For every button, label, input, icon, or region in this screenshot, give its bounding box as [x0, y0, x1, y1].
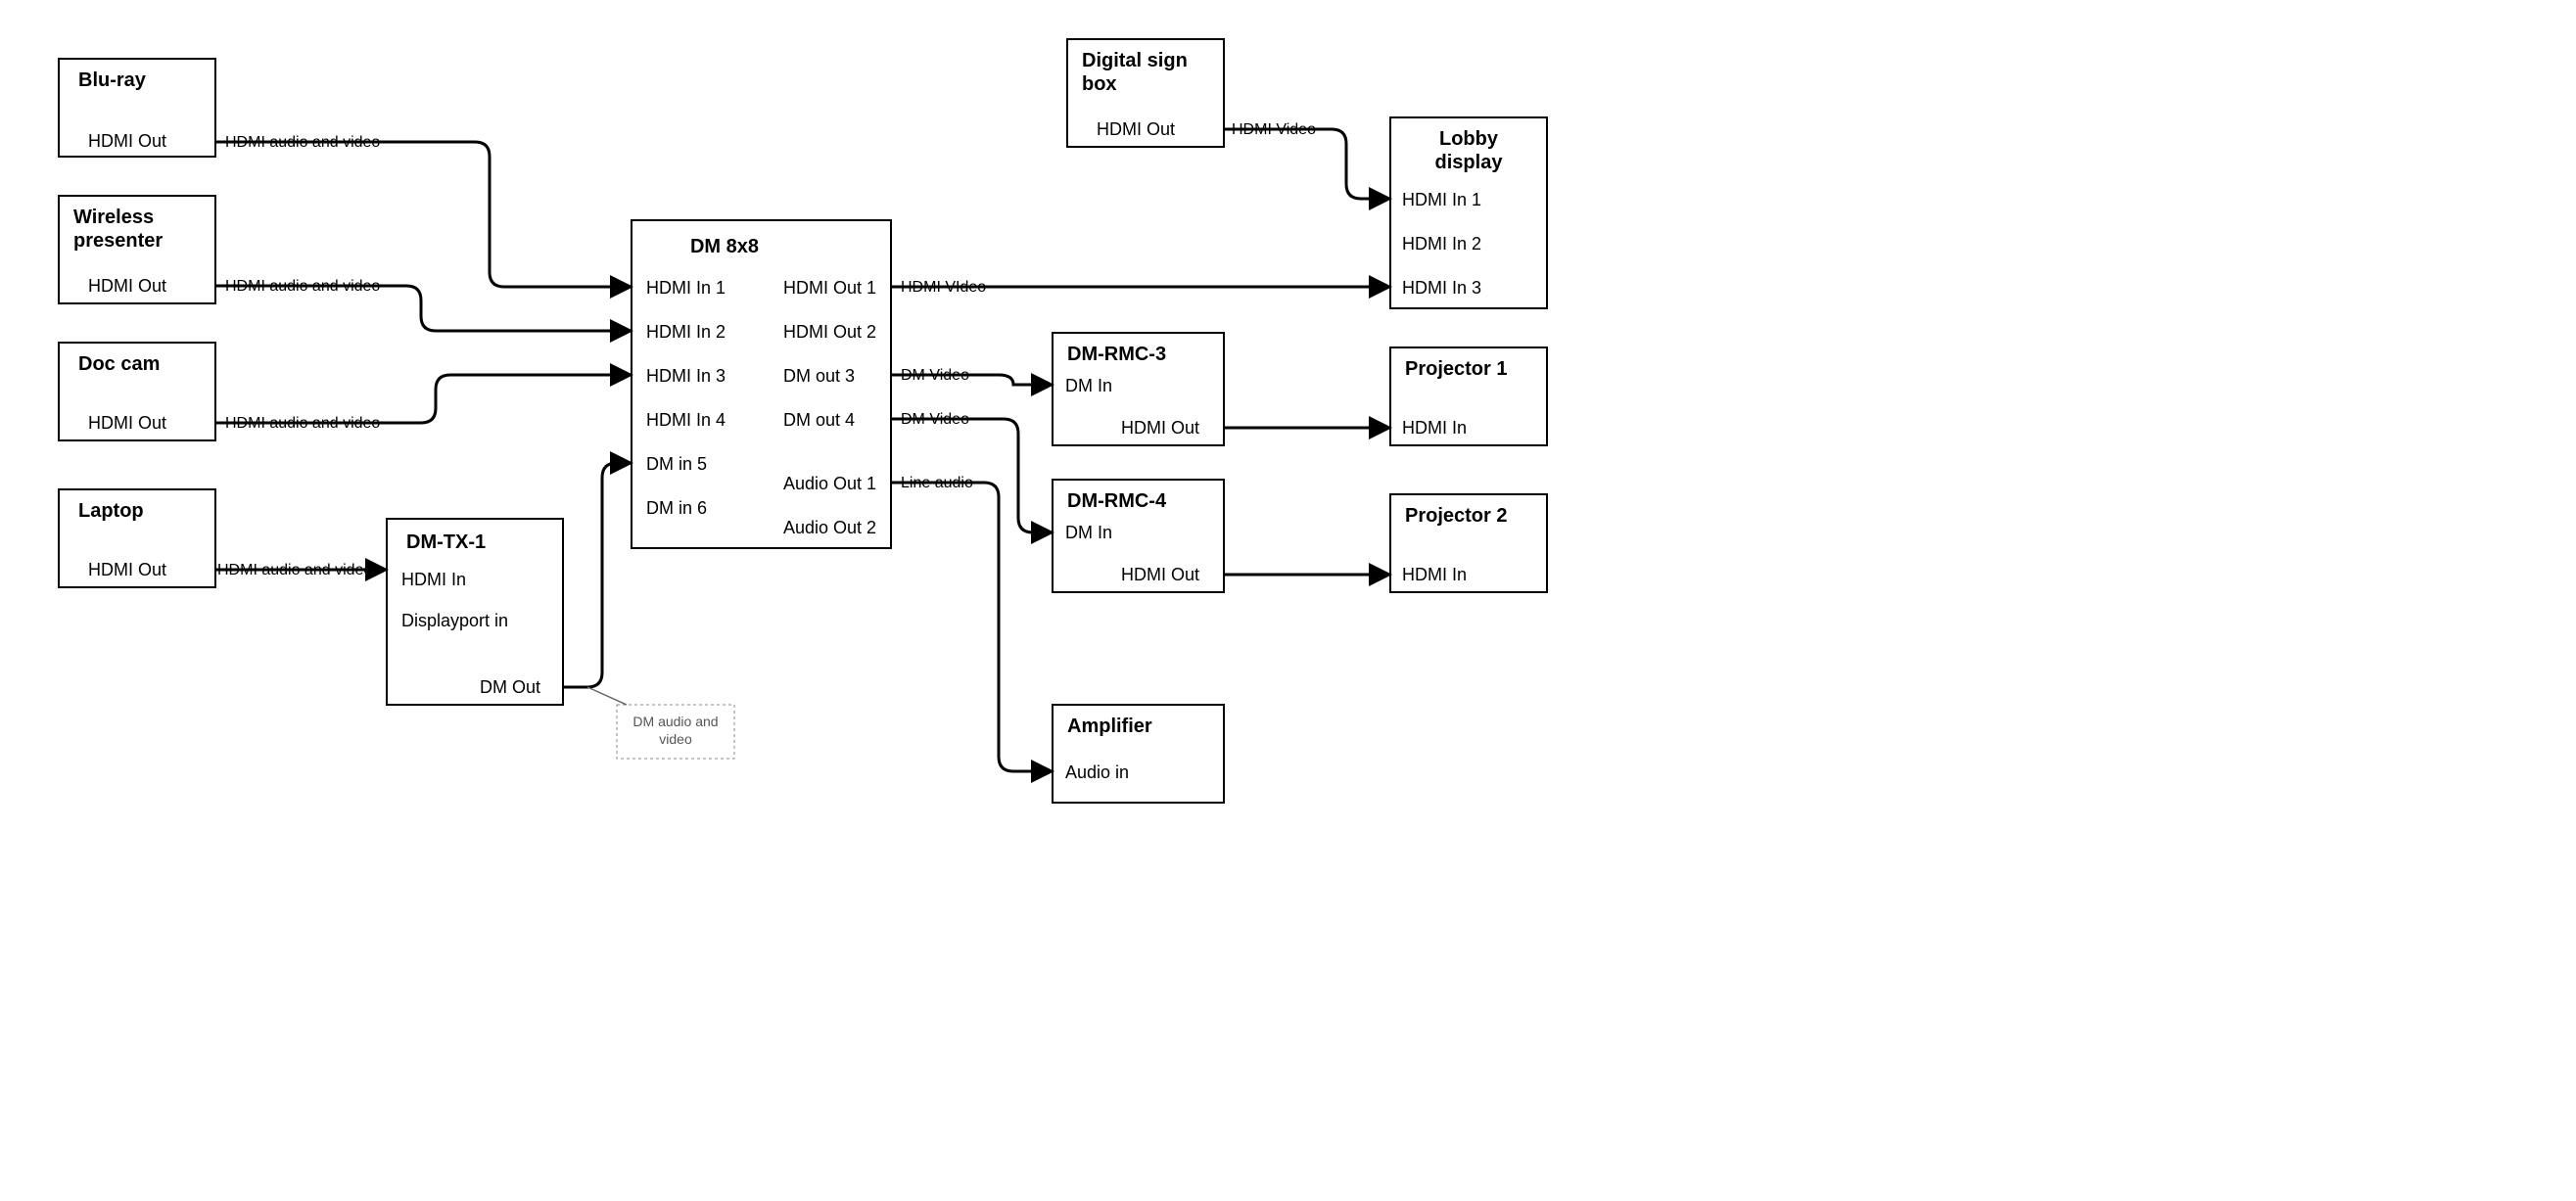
node-projector-2: Projector 2 HDMI In — [1390, 494, 1547, 592]
edge-doccam-to-dm8x8-in3: HDMI audio and video — [215, 375, 632, 432]
dm8x8-title: DM 8x8 — [690, 236, 759, 257]
rmc4-hdmi-out: HDMI Out — [1121, 565, 1199, 584]
edge-bluray-label: HDMI audio and video — [225, 134, 380, 151]
proj1-in: HDMI In — [1402, 418, 1467, 438]
laptop-title: Laptop — [78, 500, 144, 522]
edge-out4-label: DM Video — [901, 411, 969, 428]
dmtx1-port-dm-out: DM Out — [480, 677, 540, 697]
dmtx1-port-hdmi-in: HDMI In — [401, 570, 466, 589]
proj1-title: Projector 1 — [1405, 358, 1507, 380]
bluray-title: Blu-ray — [78, 69, 147, 91]
rmc4-dm-in: DM In — [1065, 523, 1112, 542]
dmtx1-title: DM-TX-1 — [406, 531, 486, 553]
lobby-in3: HDMI In 3 — [1402, 278, 1481, 298]
dm8x8-in5: DM in 5 — [646, 454, 707, 474]
amp-in: Audio in — [1065, 762, 1129, 782]
dm8x8-in2: HDMI In 2 — [646, 322, 726, 342]
amp-title: Amplifier — [1067, 716, 1152, 737]
node-amplifier: Amplifier Audio in — [1053, 705, 1224, 803]
node-dm-rmc-3: DM-RMC-3 DM In HDMI Out — [1053, 333, 1224, 445]
node-laptop: Laptop HDMI Out — [59, 489, 215, 587]
proj2-title: Projector 2 — [1405, 505, 1507, 527]
edge-laptop-to-dmtx1: HDMI audio and video — [215, 562, 387, 578]
dm8x8-in1: HDMI In 1 — [646, 278, 726, 298]
edge-sign-label: HDMI Video — [1232, 121, 1316, 138]
laptop-port-out: HDMI Out — [88, 560, 166, 579]
dm8x8-out4: DM out 4 — [783, 410, 855, 430]
doccam-title: Doc cam — [78, 353, 160, 375]
node-dm-rmc-4: DM-RMC-4 DM In HDMI Out — [1053, 480, 1224, 592]
node-bluray: Blu-ray HDMI Out — [59, 59, 215, 157]
rmc3-dm-in: DM In — [1065, 376, 1112, 395]
edge-dm8x8-aout1-to-amp: Line audio — [891, 475, 1053, 771]
sign-title-line2: box — [1082, 73, 1117, 95]
edge-doccam-label: HDMI audio and video — [225, 415, 380, 432]
edge-sign-to-lobby-in1: HDMI Video — [1224, 121, 1390, 199]
note-dm-audio-video: DM audio and video — [617, 705, 734, 759]
dm8x8-aout2: Audio Out 2 — [783, 518, 876, 537]
diagram-canvas: Blu-ray HDMI Out Wireless presenter HDMI… — [0, 0, 2576, 1201]
wireless-title-line2: presenter — [73, 230, 163, 252]
dm8x8-in4: HDMI In 4 — [646, 410, 726, 430]
edge-laptop-label: HDMI audio and video — [217, 562, 372, 578]
edge-dmtx1-to-dm8x8-in5 — [563, 463, 632, 687]
dm8x8-out1: HDMI Out 1 — [783, 278, 876, 298]
doccam-port-out: HDMI Out — [88, 413, 166, 433]
proj2-in: HDMI In — [1402, 565, 1467, 584]
rmc3-hdmi-out: HDMI Out — [1121, 418, 1199, 438]
sign-title-line1: Digital sign — [1082, 50, 1188, 71]
node-digital-sign-box: Digital sign box HDMI Out — [1067, 39, 1224, 147]
rmc4-title: DM-RMC-4 — [1067, 490, 1167, 512]
dm8x8-aout1: Audio Out 1 — [783, 474, 876, 493]
lobby-title-line1: Lobby — [1439, 128, 1499, 150]
edge-dm8x8-out4-to-rmc4: DM Video — [891, 411, 1053, 532]
dm8x8-in3: HDMI In 3 — [646, 366, 726, 386]
node-projector-1: Projector 1 HDMI In — [1390, 347, 1547, 445]
wireless-port-out: HDMI Out — [88, 276, 166, 296]
node-lobby-display: Lobby display HDMI In 1 HDMI In 2 HDMI I… — [1390, 117, 1547, 308]
dm8x8-out3: DM out 3 — [783, 366, 855, 386]
node-dm-8x8: DM 8x8 HDMI In 1 HDMI In 2 HDMI In 3 HDM… — [632, 220, 891, 548]
node-doccam: Doc cam HDMI Out — [59, 343, 215, 440]
node-wireless-presenter: Wireless presenter HDMI Out — [59, 196, 215, 303]
edge-out1-label: HDMI VIdeo — [901, 279, 986, 296]
edge-note-connector — [587, 687, 627, 705]
dm8x8-in6: DM in 6 — [646, 498, 707, 518]
lobby-in2: HDMI In 2 — [1402, 234, 1481, 254]
node-dm-tx-1: DM-TX-1 HDMI In Displayport in DM Out — [387, 519, 563, 705]
edge-aout1-label: Line audio — [901, 475, 973, 491]
edge-dm8x8-out3-to-rmc3: DM Video — [891, 367, 1053, 385]
lobby-in1: HDMI In 1 — [1402, 190, 1481, 209]
edge-out3-label: DM Video — [901, 367, 969, 384]
edge-bluray-to-dm8x8-in1: HDMI audio and video — [215, 134, 632, 287]
wireless-title-line1: Wireless — [73, 207, 154, 228]
sign-port-out: HDMI Out — [1097, 119, 1175, 139]
edge-dm8x8-out1-to-lobby-in3: HDMI VIdeo — [891, 279, 1390, 296]
edge-wireless-label: HDMI audio and video — [225, 278, 380, 295]
dm8x8-out2: HDMI Out 2 — [783, 322, 876, 342]
note-line1: DM audio and — [632, 714, 718, 729]
note-line2: video — [659, 731, 692, 747]
dmtx1-port-dp-in: Displayport in — [401, 611, 508, 630]
lobby-title-line2: display — [1435, 152, 1504, 173]
bluray-port-out: HDMI Out — [88, 131, 166, 151]
rmc3-title: DM-RMC-3 — [1067, 344, 1166, 365]
